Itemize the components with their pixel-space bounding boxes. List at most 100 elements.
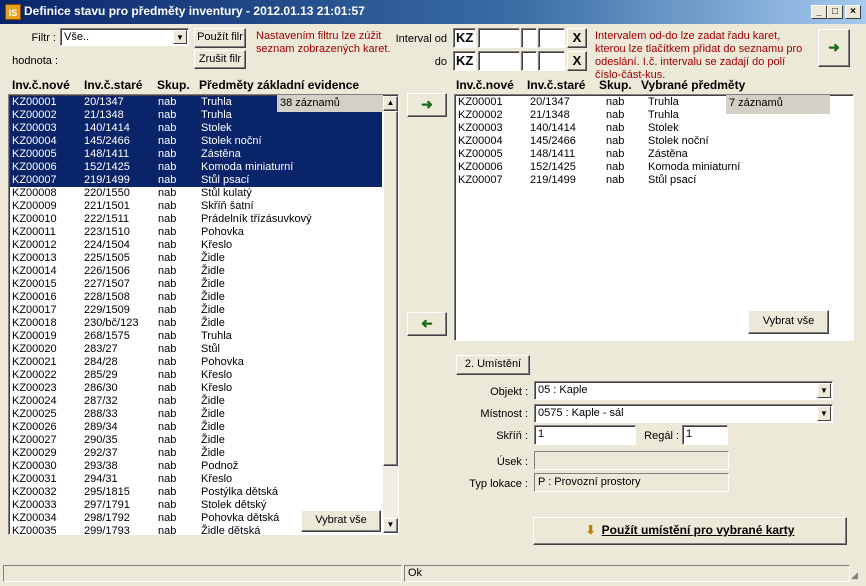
left-row[interactable]: KZ00021 284/28 nab Pohovka <box>10 356 382 369</box>
left-row[interactable]: KZ00011 223/1510 nab Pohovka <box>10 226 382 239</box>
move-right-icon: ➜ <box>421 96 433 112</box>
right-row[interactable]: KZ00003 140/1414 nab Stolek <box>456 122 852 135</box>
left-row[interactable]: KZ00009 221/1501 nab Skříň šatní <box>10 200 382 213</box>
objekt-select[interactable]: 05 : Kaple ▼ <box>534 381 833 400</box>
left-select-all-button[interactable]: Vybrat vše <box>301 510 381 532</box>
right-row[interactable]: KZ00006 152/1425 nab Komoda miniaturní <box>456 161 852 174</box>
left-row[interactable]: KZ00026 289/34 nab Židle <box>10 421 382 434</box>
left-cell-grp: nab <box>158 447 177 459</box>
left-row[interactable]: KZ00032 295/1815 nab Postýlka dětská <box>10 486 382 499</box>
left-row[interactable]: KZ00030 293/38 nab Podnož <box>10 460 382 473</box>
left-row[interactable]: KZ00006 152/1425 nab Komoda miniaturní <box>10 161 382 174</box>
skrin-input[interactable]: 1 <box>534 425 636 445</box>
left-row[interactable]: KZ00004 145/2466 nab Stolek noční <box>10 135 382 148</box>
scroll-thumb[interactable] <box>383 111 398 466</box>
left-row[interactable]: KZ00017 229/1509 nab Židle <box>10 304 382 317</box>
resize-grip-icon[interactable]: ◢ <box>851 568 864 582</box>
left-row[interactable]: KZ00013 225/1505 nab Židle <box>10 252 382 265</box>
left-row[interactable]: KZ00024 287/32 nab Židle <box>10 395 382 408</box>
scroll-up-icon[interactable]: ▲ <box>383 96 398 111</box>
left-cell-name: Židle <box>201 395 225 407</box>
left-row[interactable]: KZ00018 230/bč/123 nab Židle <box>10 317 382 330</box>
clear-from-button[interactable]: X <box>567 28 587 48</box>
left-cell-name: Křeslo <box>201 369 233 381</box>
left-cell-grp: nab <box>158 265 177 277</box>
add-interval-button[interactable]: ➜ <box>818 29 850 67</box>
right-row[interactable]: KZ00004 145/2466 nab Stolek noční <box>456 135 852 148</box>
maximize-button[interactable]: □ <box>827 5 843 19</box>
left-row[interactable]: KZ00027 290/35 nab Židle <box>10 434 382 447</box>
minimize-button[interactable]: _ <box>811 5 827 19</box>
left-row[interactable]: KZ00012 224/1504 nab Křeslo <box>10 239 382 252</box>
left-cell-old: 219/1499 <box>84 174 130 186</box>
chevron-down-icon[interactable]: ▼ <box>817 406 831 421</box>
clear-to-button[interactable]: X <box>567 51 587 71</box>
add-selected-button[interactable]: ➜ <box>407 93 447 117</box>
filter-select[interactable]: Vše.. ▼ <box>60 28 189 46</box>
left-row[interactable]: KZ00020 283/27 nab Stůl <box>10 343 382 356</box>
chevron-down-icon[interactable]: ▼ <box>173 30 187 44</box>
right-row[interactable]: KZ00005 148/1411 nab Zástěna <box>456 148 852 161</box>
left-row[interactable]: KZ00003 140/1414 nab Stolek <box>10 122 382 135</box>
interval-to-prefix[interactable]: KZ <box>453 51 476 71</box>
left-row[interactable]: KZ00008 220/1550 nab Stůl kulatý <box>10 187 382 200</box>
app-icon: IS <box>5 4 21 20</box>
filter-label: Filtr : <box>31 32 56 44</box>
left-row[interactable]: KZ00019 268/1575 nab Truhla <box>10 330 382 343</box>
filter-note: Nastavením filtru lze zúžit seznam zobra… <box>256 30 391 55</box>
left-row[interactable]: KZ00022 285/29 nab Křeslo <box>10 369 382 382</box>
cancel-filter-button[interactable]: Zrušit filr <box>194 50 246 69</box>
left-list-body[interactable]: KZ00001 20/1347 nab Truhla KZ00002 21/1348 nab… <box>10 96 382 534</box>
left-row[interactable]: KZ00014 226/1506 nab Židle <box>10 265 382 278</box>
apply-filter-button[interactable]: Použít filr <box>194 28 246 48</box>
left-row[interactable]: KZ00015 227/1507 nab Židle <box>10 278 382 291</box>
left-row[interactable]: KZ00005 148/1411 nab Zástěna <box>10 148 382 161</box>
right-cell-grp: nab <box>606 96 625 108</box>
chevron-down-icon[interactable]: ▼ <box>817 383 831 398</box>
left-cell-new: KZ00033 <box>12 499 57 511</box>
left-row[interactable]: KZ00023 286/30 nab Křeslo <box>10 382 382 395</box>
right-row[interactable]: KZ00007 219/1499 nab Stůl psací <box>456 174 852 187</box>
right-cell-name: Stůl psací <box>648 174 697 186</box>
right-list-body[interactable]: KZ00001 20/1347 nab Truhla KZ00002 21/1348 nab… <box>456 96 852 339</box>
left-cell-new: KZ00023 <box>12 382 57 394</box>
left-cell-name: Židle <box>201 421 225 433</box>
regal-input[interactable]: 1 <box>682 425 728 445</box>
left-cell-grp: nab <box>158 122 177 134</box>
left-row[interactable]: KZ00029 292/37 nab Židle <box>10 447 382 460</box>
left-row[interactable]: KZ00025 288/33 nab Židle <box>10 408 382 421</box>
left-row[interactable]: KZ00007 219/1499 nab Stůl psací <box>10 174 382 187</box>
left-cell-old: 289/34 <box>84 421 118 433</box>
left-cell-new: KZ00019 <box>12 330 57 342</box>
interval-from-prefix[interactable]: KZ <box>453 28 476 48</box>
left-row[interactable]: KZ00016 228/1508 nab Židle <box>10 291 382 304</box>
left-cell-grp: nab <box>158 356 177 368</box>
interval-to-cast[interactable] <box>521 51 537 71</box>
interval-from-kus[interactable] <box>538 28 565 48</box>
left-cell-old: 145/2466 <box>84 135 130 147</box>
remove-selected-button[interactable]: ➜ <box>407 312 447 336</box>
left-cell-old: 229/1509 <box>84 304 130 316</box>
interval-to-cislo[interactable] <box>478 51 520 71</box>
right-select-all-button[interactable]: Vybrat vše <box>748 310 829 334</box>
left-row[interactable]: KZ00010 222/1511 nab Prádelník třízásuvkový <box>10 213 382 226</box>
left-cell-new: KZ00030 <box>12 460 57 472</box>
close-button[interactable]: × <box>845 5 861 19</box>
left-cell-grp: nab <box>158 200 177 212</box>
interval-from-cislo[interactable] <box>478 28 520 48</box>
left-list[interactable]: KZ00001 20/1347 nab Truhla KZ00002 21/1348 nab… <box>8 94 399 535</box>
left-cell-old: 297/1791 <box>84 499 130 511</box>
left-cell-name: Pohovka <box>201 226 244 238</box>
interval-from-cast[interactable] <box>521 28 537 48</box>
left-row[interactable]: KZ00031 294/31 nab Křeslo <box>10 473 382 486</box>
interval-to-kus[interactable] <box>538 51 565 71</box>
right-list[interactable]: KZ00001 20/1347 nab Truhla KZ00002 21/1348 nab… <box>454 94 854 341</box>
apply-location-button[interactable]: ⬇ Použít umístění pro vybrané karty <box>533 517 847 545</box>
scroll-down-icon[interactable]: ▼ <box>383 518 398 533</box>
left-cell-grp: nab <box>158 369 177 381</box>
mistnost-label: Místnost : <box>480 408 528 420</box>
mistnost-select[interactable]: 0575 : Kaple - sál ▼ <box>534 404 833 423</box>
left-scrollbar[interactable]: ▲ ▼ <box>383 96 398 533</box>
left-cell-name: Židle <box>201 252 225 264</box>
tab-umisteni[interactable]: 2. Umístění <box>456 355 530 375</box>
